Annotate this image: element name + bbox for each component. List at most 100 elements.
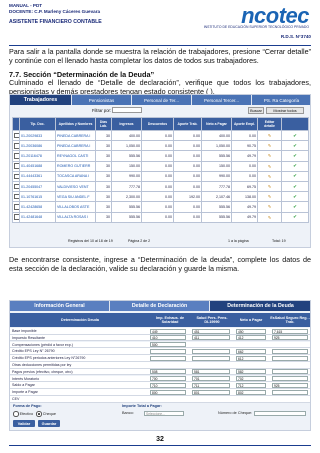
edit-detail-cell[interactable]: ✎ <box>257 211 282 223</box>
debt-value-field[interactable]: 711 <box>192 382 230 388</box>
doc-cell[interactable]: 01-42428658 <box>19 201 56 213</box>
debt-value-field[interactable]: 925 <box>272 335 308 341</box>
name-cell[interactable]: REYNAGOL CASTI <box>55 150 96 162</box>
edit-icon[interactable]: ✎ <box>268 215 271 220</box>
check-number-input[interactable] <box>254 410 306 416</box>
doc-cell[interactable]: 01-40451688 <box>19 160 56 172</box>
row-checkbox[interactable] <box>12 170 20 182</box>
checkbox[interactable] <box>14 173 19 180</box>
edit-icon[interactable]: ✎ <box>268 153 271 158</box>
save-button[interactable]: Guardar <box>38 420 60 427</box>
debt-value-field[interactable]: 702 <box>236 376 266 382</box>
cash-radio[interactable] <box>13 411 19 417</box>
name-cell[interactable]: TOCASCA ARANA I <box>55 170 96 182</box>
edit-detail-cell[interactable]: ✎ <box>257 129 282 142</box>
checkbox[interactable] <box>14 204 19 210</box>
doc-cell[interactable]: 01-42481648 <box>19 211 56 223</box>
tab-pensionistas[interactable]: Pensionistas <box>72 95 132 105</box>
name-cell[interactable]: PINEDA CABRERA I <box>55 129 96 142</box>
tab-determinacion-deuda[interactable]: Determinación de la Deuda <box>210 301 310 311</box>
doc-cell[interactable]: 01-20036086 <box>19 140 56 152</box>
checkbox[interactable] <box>14 214 19 220</box>
tab-4ta-categoria[interactable]: PS. Ra Categoría <box>252 95 310 105</box>
debt-value-field[interactable]: 800 <box>150 389 186 395</box>
row-checkbox[interactable] <box>12 150 20 162</box>
name-cell[interactable]: PINEDA CABRERA I <box>55 140 96 152</box>
edit-icon[interactable]: ✎ <box>268 143 271 148</box>
checkbox[interactable] <box>14 143 19 149</box>
edit-icon[interactable]: ✎ <box>268 174 271 179</box>
row-checkbox[interactable] <box>12 180 20 193</box>
filter-select[interactable] <box>112 107 142 113</box>
edit-icon[interactable]: ✎ <box>268 204 271 209</box>
tab-trabajadores[interactable]: Trabajadores <box>10 95 72 105</box>
debt-value-field[interactable] <box>272 389 308 395</box>
bank-select[interactable]: Seleccione... <box>144 410 184 416</box>
row-checkbox[interactable] <box>12 211 20 223</box>
doc-cell[interactable]: 01-44443361 <box>19 170 56 182</box>
name-cell[interactable]: VILLALTA ROSAS I <box>55 211 96 223</box>
debt-value-field[interactable]: 802 <box>236 389 266 395</box>
check-radio[interactable] <box>36 411 42 417</box>
debt-value-field[interactable]: 700 <box>150 376 186 382</box>
name-cell[interactable]: VILLALOBOS ASTE <box>55 201 96 213</box>
edit-detail-cell[interactable]: ✎ <box>257 170 282 182</box>
debt-value-field[interactable]: 412 <box>236 335 266 341</box>
doc-cell[interactable]: 01-10761615 <box>19 191 56 203</box>
row-checkbox[interactable] <box>12 191 20 203</box>
debt-value-field[interactable] <box>150 348 186 354</box>
search-button[interactable]: Buscar <box>248 107 264 114</box>
debt-value-field[interactable]: 450 <box>236 328 266 334</box>
edit-icon[interactable]: ✎ <box>268 194 271 199</box>
debt-value-field[interactable]: 701 <box>192 376 230 382</box>
checkbox[interactable] <box>14 183 19 190</box>
debt-value-field[interactable]: 612 <box>236 355 266 361</box>
edit-detail-cell[interactable]: ✎ <box>257 191 282 203</box>
debt-value-field[interactable] <box>192 355 230 361</box>
debt-value-field[interactable] <box>272 376 308 382</box>
validate-button[interactable]: Validar <box>13 420 35 427</box>
debt-value-field[interactable]: 508 <box>150 369 186 375</box>
edit-icon[interactable]: ✎ <box>268 164 271 169</box>
tab-personal-terceros[interactable]: Personal de Ter... <box>132 95 192 105</box>
doc-cell[interactable]: 01-20455047 <box>19 180 56 193</box>
debt-value-field[interactable]: 410 <box>150 335 186 341</box>
debt-value-field[interactable]: 662 <box>236 348 266 354</box>
name-cell[interactable]: ROMERO GUTIERR <box>55 160 96 172</box>
edit-icon[interactable]: ✎ <box>268 184 271 189</box>
debt-value-field[interactable]: 451 <box>192 328 230 334</box>
debt-value-field[interactable]: 500 <box>150 342 186 348</box>
name-cell[interactable]: VEGA SIU ANDEL F <box>55 191 96 203</box>
debt-value-field[interactable] <box>150 355 186 361</box>
debt-value-field[interactable] <box>272 348 308 354</box>
row-checkbox[interactable] <box>12 160 20 172</box>
checkbox[interactable] <box>14 132 19 139</box>
debt-value-field[interactable]: 712 <box>236 382 266 388</box>
cash-option[interactable]: Efectivo Cheque <box>13 411 56 417</box>
edit-icon[interactable]: ✎ <box>268 133 271 138</box>
edit-detail-cell[interactable]: ✎ <box>257 150 282 162</box>
debt-value-field[interactable]: 582 <box>236 369 266 375</box>
edit-detail-cell[interactable]: ✎ <box>257 180 282 193</box>
debt-value-field[interactable] <box>192 348 230 354</box>
edit-detail-cell[interactable]: ✎ <box>257 160 282 172</box>
name-cell[interactable]: VALDIVIESO VENT <box>55 180 96 193</box>
debt-value-field[interactable]: 7,615 <box>272 328 308 334</box>
debt-value-field[interactable]: 710 <box>150 382 186 388</box>
tab-informacion-general[interactable]: Información General <box>10 301 110 311</box>
row-checkbox[interactable] <box>12 140 20 152</box>
edit-detail-cell[interactable]: ✎ <box>257 201 282 213</box>
debt-value-field[interactable]: 411 <box>192 335 230 341</box>
checkbox[interactable] <box>14 153 19 159</box>
debt-value-field[interactable] <box>272 355 308 361</box>
tab-personal-tercero-2[interactable]: Personal Tercer... <box>192 95 252 105</box>
row-checkbox[interactable] <box>12 201 20 213</box>
debt-value-field[interactable]: 581 <box>192 369 230 375</box>
debt-value-field[interactable]: 801 <box>192 389 230 395</box>
doc-cell[interactable]: 01-20029833 <box>19 129 56 142</box>
show-all-button[interactable]: Mostrar todos <box>266 107 304 114</box>
tab-detalle-declaracion[interactable]: Detalle de Declaración <box>110 301 210 311</box>
checkbox[interactable] <box>14 193 19 200</box>
debt-value-field[interactable]: 449 <box>150 328 186 334</box>
edit-detail-cell[interactable]: ✎ <box>257 140 282 152</box>
